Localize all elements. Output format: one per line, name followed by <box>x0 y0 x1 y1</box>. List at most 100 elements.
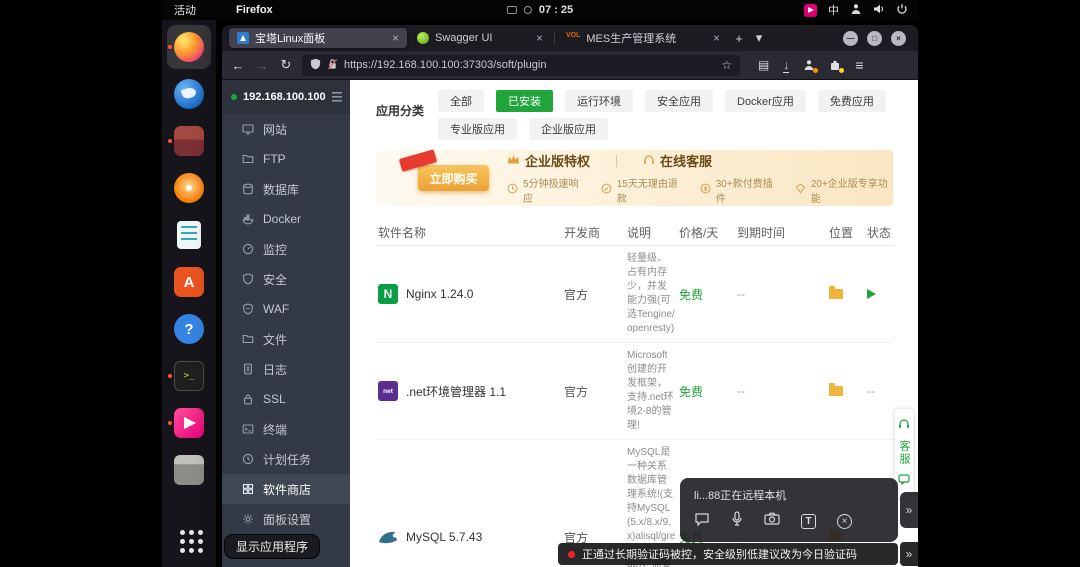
sidebar-item-ssl[interactable]: SSL <box>222 384 350 414</box>
sidebar-item-cron[interactable]: 计划任务 <box>222 444 350 474</box>
table-row-nginx[interactable]: N Nginx 1.24.0 官方 轻量级、占有内存少，并发能力强(可选Tengi… <box>376 246 893 343</box>
tab-title: Swagger UI <box>435 32 493 44</box>
app-name[interactable]: MySQL 5.7.43 <box>406 530 482 544</box>
text-editor-icon <box>177 221 201 249</box>
extensions-icon[interactable] <box>829 59 845 73</box>
clock-area[interactable]: 07 : 25 <box>506 4 573 16</box>
folder-icon[interactable] <box>829 286 843 299</box>
sidebar-item-website[interactable]: 网站 <box>222 114 350 144</box>
account-icon[interactable] <box>803 59 819 73</box>
perk-title: 企业版特权 <box>524 154 590 169</box>
reload-button[interactable]: ↻ <box>278 57 294 73</box>
sidebar-item-docker[interactable]: Docker <box>222 204 350 234</box>
tab-close-icon[interactable]: × <box>536 31 543 45</box>
sidebar-item-security[interactable]: 安全 <box>222 264 350 294</box>
buy-now-button[interactable]: 立即购买 <box>418 165 489 191</box>
app-name[interactable]: .net环境管理器 1.1 <box>406 383 506 400</box>
sidebar-item-files[interactable]: 文件 <box>222 324 350 354</box>
dock-item-firefox[interactable] <box>167 25 211 69</box>
url-bar[interactable]: https://192.168.100.100:37303/soft/plugi… <box>302 54 740 76</box>
sidebar-item-waf[interactable]: WAF <box>222 294 350 324</box>
microphone-icon[interactable] <box>731 511 743 532</box>
new-tab-button[interactable]: + <box>729 28 749 48</box>
sidebar-item-terminal[interactable]: 终端 <box>222 414 350 444</box>
activities-button[interactable]: 活动 <box>174 2 196 18</box>
dock-item-files[interactable] <box>167 119 211 163</box>
enterprise-banner: 立即购买 企业版特权 在线客服 5分钟极速响应 15天无理由退款 30+款付费插… <box>376 149 893 206</box>
chat-icon[interactable] <box>694 512 710 532</box>
end-session-icon[interactable]: × <box>837 514 852 529</box>
filter-pro[interactable]: 专业版应用 <box>438 118 517 140</box>
input-method-indicator[interactable]: 中 <box>828 2 839 18</box>
remote-desktop-tray-icon[interactable] <box>804 3 817 17</box>
coin-icon <box>700 183 711 197</box>
filter-docker[interactable]: Docker应用 <box>725 90 806 112</box>
description-cell: Microsoft创建的开发框架，支持.net环境2-8的管理! <box>627 350 674 431</box>
gnome-top-bar: 活动 Firefox 07 : 25 中 <box>162 0 918 20</box>
dock-item-terminal[interactable]: >_ <box>167 354 211 398</box>
dock-item-media-player[interactable] <box>167 166 211 210</box>
dock-item-software-center[interactable]: A <box>167 260 211 304</box>
camera-icon[interactable] <box>764 512 780 531</box>
dock-item-help[interactable]: ? <box>167 307 211 351</box>
restore-button[interactable]: □ <box>867 30 882 46</box>
dock-item-remote-desktop[interactable] <box>167 401 211 445</box>
check-circle-icon <box>601 183 612 197</box>
running-indicator <box>168 374 172 378</box>
folder-icon[interactable] <box>829 383 843 396</box>
filter-installed[interactable]: 已安装 <box>496 90 553 112</box>
table-row-dotnet[interactable]: net .net环境管理器 1.1 官方 Microsoft创建的开发框架，支持.… <box>376 343 893 440</box>
tab-bt-panel[interactable]: 宝塔Linux面板 × <box>229 28 407 48</box>
extensions-badge <box>839 68 845 73</box>
filter-runtime[interactable]: 运行环境 <box>565 90 633 112</box>
close-window-button[interactable]: × <box>891 30 906 46</box>
url-text[interactable]: https://192.168.100.100:37303/soft/plugi… <box>344 59 715 71</box>
focused-app-menu[interactable]: Firefox <box>236 4 273 16</box>
remote-bar-expand-button[interactable]: » <box>900 492 918 528</box>
forward-button[interactable]: → <box>254 58 270 73</box>
volume-icon[interactable] <box>873 3 885 18</box>
library-icon[interactable]: ▤ <box>758 58 769 72</box>
app-name[interactable]: Nginx 1.24.0 <box>406 287 473 301</box>
security-notice-text: 正通过长期验证码被控，安全级别低建议改为今日验证码 <box>582 549 857 561</box>
power-icon[interactable] <box>896 3 908 18</box>
running-status-icon[interactable] <box>867 289 876 299</box>
show-applications-button[interactable] <box>167 517 211 561</box>
mes-favicon: VOL <box>566 32 581 39</box>
sidebar-item-monitor[interactable]: 监控 <box>222 234 350 264</box>
bookmark-star-icon[interactable]: ☆ <box>721 58 732 72</box>
list-all-tabs-button[interactable]: ▾ <box>749 28 769 48</box>
tracking-protection-shield-icon[interactable] <box>310 58 321 73</box>
tab-mes[interactable]: VOL MES生产管理系统 × <box>558 28 728 48</box>
back-button[interactable]: ← <box>230 58 246 73</box>
filter-all[interactable]: 全部 <box>438 90 484 112</box>
sidebar-item-database[interactable]: 数据库 <box>222 174 350 204</box>
tab-close-icon[interactable]: × <box>392 31 399 45</box>
minimize-button[interactable]: — <box>843 30 858 46</box>
dock-item-text-editor[interactable] <box>167 213 211 257</box>
notification-indicator-icon <box>523 6 532 14</box>
sidebar-item-ftp[interactable]: FTP <box>222 144 350 174</box>
sidebar-item-settings[interactable]: 面板设置 <box>222 504 350 534</box>
notice-expand-button[interactable]: » <box>900 542 918 566</box>
menu-icon[interactable]: ≡ <box>855 57 863 73</box>
accessibility-icon[interactable] <box>850 3 862 18</box>
dock-item-thunderbird[interactable] <box>167 72 211 116</box>
server-info-header[interactable]: 192.168.100.100 <box>222 80 350 114</box>
sidebar-menu-icon[interactable] <box>331 92 342 102</box>
download-icon[interactable]: ↓ <box>783 58 790 73</box>
filter-enterprise[interactable]: 企业版应用 <box>529 118 608 140</box>
insecure-lock-icon[interactable] <box>327 58 338 73</box>
sidebar-item-logs[interactable]: 日志 <box>222 354 350 384</box>
category-filter-row: 应用分类 全部 已安装 运行环境 安全应用 Docker应用 免费应用 专业版应… <box>376 90 918 140</box>
remote-control-bar[interactable]: li...88正在远程本机 T × <box>680 478 898 542</box>
tab-close-icon[interactable]: × <box>713 31 720 45</box>
text-tool-icon[interactable]: T <box>801 514 816 529</box>
clock[interactable]: 07 : 25 <box>539 4 573 16</box>
filter-security[interactable]: 安全应用 <box>645 90 713 112</box>
security-notice-bar[interactable]: 正通过长期验证码被控，安全级别低建议改为今日验证码 <box>558 543 898 565</box>
sidebar-item-app-store[interactable]: 软件商店 <box>222 474 350 504</box>
tab-swagger[interactable]: Swagger UI × <box>409 28 551 48</box>
filter-free[interactable]: 免费应用 <box>817 90 886 112</box>
dock-item-archive-manager[interactable] <box>167 448 211 492</box>
